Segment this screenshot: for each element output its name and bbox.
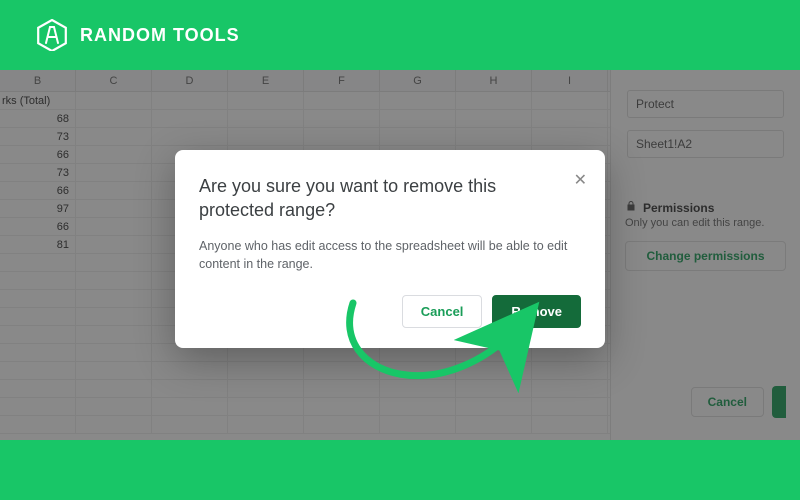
app-content: B C D E F G H I rks (Total) 68 73 66 73 … (0, 70, 800, 440)
remove-protection-modal: ✕ Are you sure you want to remove this p… (175, 150, 605, 348)
page-root: RANDOM TOOLS B C D E F G H I rks (Total)… (0, 0, 800, 500)
brand-logo-icon (36, 19, 68, 51)
modal-title: Are you sure you want to remove this pro… (199, 174, 581, 223)
modal-body: Anyone who has edit access to the spread… (199, 237, 581, 273)
modal-actions: Cancel Remove (199, 295, 581, 328)
brand-header: RANDOM TOOLS (0, 0, 800, 70)
cancel-button[interactable]: Cancel (402, 295, 483, 328)
brand-name: RANDOM TOOLS (80, 25, 240, 46)
close-icon[interactable]: ✕ (574, 170, 587, 190)
remove-button[interactable]: Remove (492, 295, 581, 328)
